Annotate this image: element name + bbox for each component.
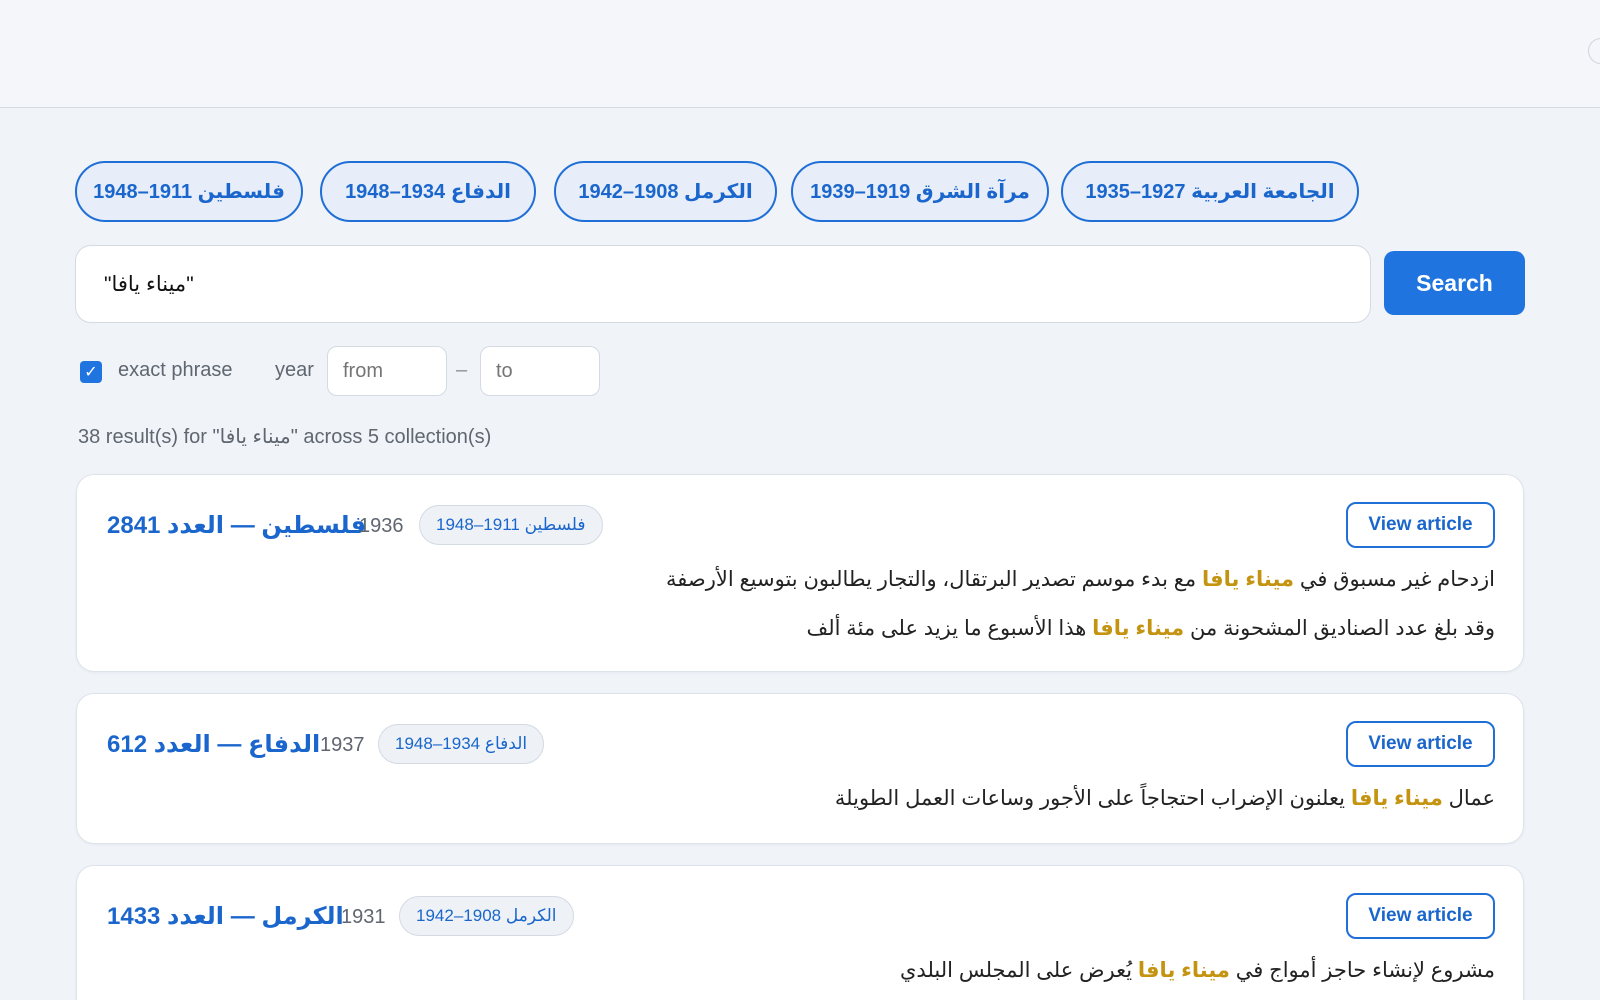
view-article-button[interactable]: View article [1346,721,1495,767]
snippet-highlight: ميناء يافا [1092,617,1185,640]
result-year: 1931 [341,906,386,928]
result-snippet: عمال ميناء يافا يعلنون الإضراب احتجاجاً … [835,786,1495,811]
result-card: الدفاع — العدد 612 1937 الدفاع 1934–1948… [76,693,1524,844]
collection-chip-jamia-arabiya[interactable]: الجامعة العربية 1927–1935 [1061,161,1359,222]
exact-phrase-label: exact phrase [118,359,233,381]
snippet-highlight: ميناء يافا [1137,959,1230,982]
top-bar [0,0,1600,108]
collection-chip-mirat-alsharq[interactable]: مرآة الشرق 1919–1939 [791,161,1049,222]
snippet-text: ازدحام غير مسبوق في [1294,568,1495,591]
result-title[interactable]: فلسطين — العدد 2841 [107,511,366,540]
year-label: year [275,359,314,381]
year-to-input[interactable] [480,346,600,396]
collection-filter-chips: فلسطين 1911–1948 الدفاع 1934–1948 الكرمل… [75,161,1600,222]
snippet-text: يُعرض على المجلس البلدي [900,959,1138,982]
snippet-text: مشروع لإنشاء حاجز أمواج في [1229,959,1495,982]
collection-chip-falastin[interactable]: فلسطين 1911–1948 [75,161,303,222]
search-options: ✓ exact phrase year – [80,346,640,398]
result-snippet: مشروع لإنشاء حاجز أمواج في ميناء يافا يُ… [900,958,1495,983]
snippet-text: هذا الأسبوع ما يزيد على مئة ألف [806,617,1093,640]
result-collection-badge: الكرمل 1908–1942 [399,896,574,936]
result-card: فلسطين — العدد 2841 1936 فلسطين 1911–194… [76,474,1524,672]
avatar-edge[interactable] [1588,38,1600,64]
snippet-text: مع بدء موسم تصدير البرتقال، والتجار يطال… [666,568,1203,591]
collection-chip-karmel[interactable]: الكرمل 1908–1942 [554,161,777,222]
snippet-text: وقد بلغ عدد الصناديق المشحونة من [1184,617,1495,640]
result-title[interactable]: الكرمل — العدد 1433 [107,902,344,931]
view-article-button[interactable]: View article [1346,893,1495,939]
result-year: 1936 [359,515,404,537]
results-summary: 38 result(s) for "ميناء يافا" across 5 c… [78,426,492,448]
result-title[interactable]: الدفاع — العدد 612 [107,730,320,759]
result-snippet: وقد بلغ عدد الصناديق المشحونة من ميناء ي… [807,616,1496,641]
view-article-button[interactable]: View article [1346,502,1495,548]
result-collection-badge: فلسطين 1911–1948 [419,505,603,545]
result-year: 1937 [320,734,365,756]
collection-chip-difaa[interactable]: الدفاع 1934–1948 [320,161,536,222]
result-collection-badge: الدفاع 1934–1948 [378,724,545,764]
result-card: الكرمل — العدد 1433 1931 الكرمل 1908–194… [76,865,1524,1000]
search-box [75,245,1371,323]
snippet-text: عمال [1442,787,1495,810]
year-range-dash: – [456,359,468,381]
exact-phrase-checkbox[interactable]: ✓ [80,361,102,383]
snippet-text: يعلنون الإضراب احتجاجاً على الأجور وساعا… [834,787,1351,810]
checkmark-icon: ✓ [84,364,98,381]
search-button[interactable]: Search [1384,251,1525,315]
snippet-highlight: ميناء يافا [1350,787,1443,810]
search-input[interactable] [76,246,1370,322]
snippet-highlight: ميناء يافا [1202,568,1295,591]
result-snippet: ازدحام غير مسبوق في ميناء يافا مع بدء مو… [666,567,1495,592]
year-from-input[interactable] [327,346,447,396]
